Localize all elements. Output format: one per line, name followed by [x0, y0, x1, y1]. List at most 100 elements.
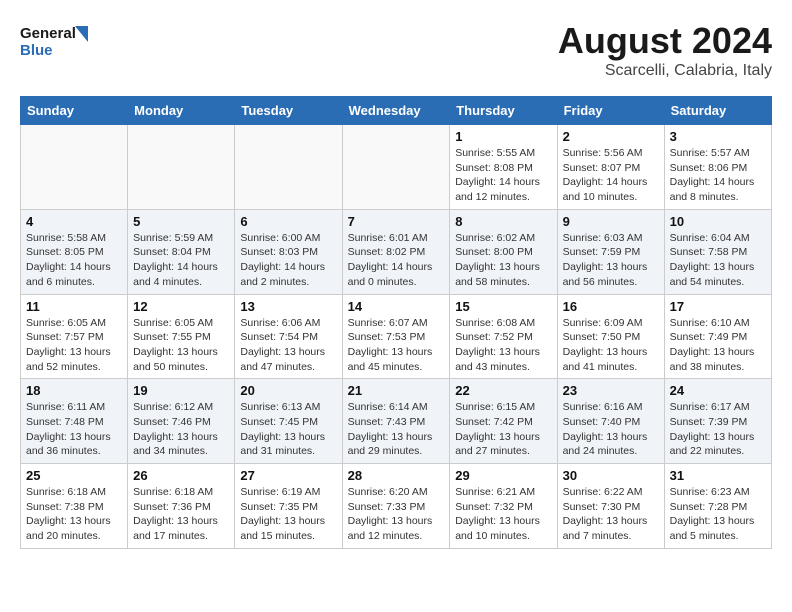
logo: GeneralBlue — [20, 20, 100, 64]
day-info: Sunrise: 5:59 AMSunset: 8:04 PMDaylight:… — [133, 231, 229, 290]
calendar-week-4: 18 Sunrise: 6:11 AMSunset: 7:48 PMDayligh… — [21, 379, 772, 464]
calendar-cell: 13 Sunrise: 6:06 AMSunset: 7:54 PMDayligh… — [235, 294, 342, 379]
day-info: Sunrise: 6:21 AMSunset: 7:32 PMDaylight:… — [455, 485, 551, 544]
day-number: 15 — [455, 299, 551, 314]
day-info: Sunrise: 6:05 AMSunset: 7:57 PMDaylight:… — [26, 316, 122, 375]
day-number: 19 — [133, 383, 229, 398]
day-info: Sunrise: 6:06 AMSunset: 7:54 PMDaylight:… — [240, 316, 336, 375]
page-header: GeneralBlue August 2024 Scarcelli, Calab… — [20, 20, 772, 80]
calendar-cell: 30 Sunrise: 6:22 AMSunset: 7:30 PMDayligh… — [557, 464, 664, 549]
day-number: 11 — [26, 299, 122, 314]
day-info: Sunrise: 6:08 AMSunset: 7:52 PMDaylight:… — [455, 316, 551, 375]
svg-text:General: General — [20, 25, 76, 42]
day-info: Sunrise: 6:09 AMSunset: 7:50 PMDaylight:… — [563, 316, 659, 375]
day-number: 18 — [26, 383, 122, 398]
calendar-cell: 21 Sunrise: 6:14 AMSunset: 7:43 PMDayligh… — [342, 379, 450, 464]
calendar-cell: 25 Sunrise: 6:18 AMSunset: 7:38 PMDayligh… — [21, 464, 128, 549]
day-info: Sunrise: 6:17 AMSunset: 7:39 PMDaylight:… — [670, 400, 766, 459]
header-day-sunday: Sunday — [21, 97, 128, 125]
calendar-cell: 19Sunrise: 6:12 AMSunset: 7:46 PMDayligh… — [128, 379, 235, 464]
day-info: Sunrise: 6:14 AMSunset: 7:43 PMDaylight:… — [348, 400, 445, 459]
day-number: 27 — [240, 468, 336, 483]
logo-svg: GeneralBlue — [20, 20, 100, 64]
day-number: 14 — [348, 299, 445, 314]
day-number: 31 — [670, 468, 766, 483]
day-info: Sunrise: 6:16 AMSunset: 7:40 PMDaylight:… — [563, 400, 659, 459]
header-day-monday: Monday — [128, 97, 235, 125]
day-info: Sunrise: 6:01 AMSunset: 8:02 PMDaylight:… — [348, 231, 445, 290]
calendar-table: SundayMondayTuesdayWednesdayThursdayFrid… — [20, 96, 772, 549]
calendar-cell: 8 Sunrise: 6:02 AMSunset: 8:00 PMDaylight… — [450, 209, 557, 294]
calendar-week-3: 11 Sunrise: 6:05 AMSunset: 7:57 PMDayligh… — [21, 294, 772, 379]
day-info: Sunrise: 6:20 AMSunset: 7:33 PMDaylight:… — [348, 485, 445, 544]
day-number: 23 — [563, 383, 659, 398]
day-info: Sunrise: 6:13 AMSunset: 7:45 PMDaylight:… — [240, 400, 336, 459]
day-number: 5 — [133, 214, 229, 229]
day-number: 30 — [563, 468, 659, 483]
day-number: 1 — [455, 129, 551, 144]
day-number: 29 — [455, 468, 551, 483]
calendar-cell — [235, 125, 342, 210]
calendar-cell: 31Sunrise: 6:23 AMSunset: 7:28 PMDayligh… — [664, 464, 771, 549]
calendar-week-5: 25 Sunrise: 6:18 AMSunset: 7:38 PMDayligh… — [21, 464, 772, 549]
calendar-cell: 11 Sunrise: 6:05 AMSunset: 7:57 PMDayligh… — [21, 294, 128, 379]
calendar-cell: 5 Sunrise: 5:59 AMSunset: 8:04 PMDaylight… — [128, 209, 235, 294]
day-number: 9 — [563, 214, 659, 229]
day-info: Sunrise: 6:02 AMSunset: 8:00 PMDaylight:… — [455, 231, 551, 290]
calendar-cell: 23 Sunrise: 6:16 AMSunset: 7:40 PMDayligh… — [557, 379, 664, 464]
day-number: 4 — [26, 214, 122, 229]
day-info: Sunrise: 6:15 AMSunset: 7:42 PMDaylight:… — [455, 400, 551, 459]
calendar-cell: 14 Sunrise: 6:07 AMSunset: 7:53 PMDayligh… — [342, 294, 450, 379]
calendar-cell: 17 Sunrise: 6:10 AMSunset: 7:49 PMDayligh… — [664, 294, 771, 379]
calendar-cell: 1Sunrise: 5:55 AMSunset: 8:08 PMDaylight… — [450, 125, 557, 210]
day-info: Sunrise: 6:00 AMSunset: 8:03 PMDaylight:… — [240, 231, 336, 290]
header-day-wednesday: Wednesday — [342, 97, 450, 125]
header-day-thursday: Thursday — [450, 97, 557, 125]
header-row: SundayMondayTuesdayWednesdayThursdayFrid… — [21, 97, 772, 125]
day-number: 12 — [133, 299, 229, 314]
day-number: 20 — [240, 383, 336, 398]
calendar-cell: 7 Sunrise: 6:01 AMSunset: 8:02 PMDaylight… — [342, 209, 450, 294]
day-info: Sunrise: 6:10 AMSunset: 7:49 PMDaylight:… — [670, 316, 766, 375]
day-number: 7 — [348, 214, 445, 229]
calendar-header: SundayMondayTuesdayWednesdayThursdayFrid… — [21, 97, 772, 125]
calendar-body: 1Sunrise: 5:55 AMSunset: 8:08 PMDaylight… — [21, 125, 772, 549]
day-number: 6 — [240, 214, 336, 229]
day-info: Sunrise: 5:56 AMSunset: 8:07 PMDaylight:… — [563, 146, 659, 205]
day-number: 17 — [670, 299, 766, 314]
calendar-cell: 12 Sunrise: 6:05 AMSunset: 7:55 PMDayligh… — [128, 294, 235, 379]
day-info: Sunrise: 6:03 AMSunset: 7:59 PMDaylight:… — [563, 231, 659, 290]
day-info: Sunrise: 6:18 AMSunset: 7:38 PMDaylight:… — [26, 485, 122, 544]
day-info: Sunrise: 6:22 AMSunset: 7:30 PMDaylight:… — [563, 485, 659, 544]
day-number: 8 — [455, 214, 551, 229]
header-day-saturday: Saturday — [664, 97, 771, 125]
header-day-tuesday: Tuesday — [235, 97, 342, 125]
day-info: Sunrise: 6:11 AMSunset: 7:48 PMDaylight:… — [26, 400, 122, 459]
calendar-cell: 29 Sunrise: 6:21 AMSunset: 7:32 PMDayligh… — [450, 464, 557, 549]
title-block: August 2024 Scarcelli, Calabria, Italy — [558, 20, 772, 80]
calendar-cell: 16 Sunrise: 6:09 AMSunset: 7:50 PMDayligh… — [557, 294, 664, 379]
calendar-cell: 6 Sunrise: 6:00 AMSunset: 8:03 PMDaylight… — [235, 209, 342, 294]
calendar-cell: 3 Sunrise: 5:57 AMSunset: 8:06 PMDaylight… — [664, 125, 771, 210]
day-number: 16 — [563, 299, 659, 314]
calendar-cell — [128, 125, 235, 210]
day-number: 26 — [133, 468, 229, 483]
day-number: 21 — [348, 383, 445, 398]
calendar-cell: 27 Sunrise: 6:19 AMSunset: 7:35 PMDayligh… — [235, 464, 342, 549]
day-info: Sunrise: 6:19 AMSunset: 7:35 PMDaylight:… — [240, 485, 336, 544]
calendar-cell: 10Sunrise: 6:04 AMSunset: 7:58 PMDayligh… — [664, 209, 771, 294]
day-number: 25 — [26, 468, 122, 483]
calendar-week-2: 4Sunrise: 5:58 AMSunset: 8:05 PMDaylight… — [21, 209, 772, 294]
calendar-cell — [21, 125, 128, 210]
day-info: Sunrise: 6:05 AMSunset: 7:55 PMDaylight:… — [133, 316, 229, 375]
calendar-cell: 24Sunrise: 6:17 AMSunset: 7:39 PMDayligh… — [664, 379, 771, 464]
day-info: Sunrise: 5:57 AMSunset: 8:06 PMDaylight:… — [670, 146, 766, 205]
day-number: 13 — [240, 299, 336, 314]
day-number: 3 — [670, 129, 766, 144]
day-info: Sunrise: 6:07 AMSunset: 7:53 PMDaylight:… — [348, 316, 445, 375]
day-number: 2 — [563, 129, 659, 144]
day-info: Sunrise: 6:04 AMSunset: 7:58 PMDaylight:… — [670, 231, 766, 290]
calendar-cell: 20 Sunrise: 6:13 AMSunset: 7:45 PMDayligh… — [235, 379, 342, 464]
calendar-cell: 4Sunrise: 5:58 AMSunset: 8:05 PMDaylight… — [21, 209, 128, 294]
day-number: 22 — [455, 383, 551, 398]
